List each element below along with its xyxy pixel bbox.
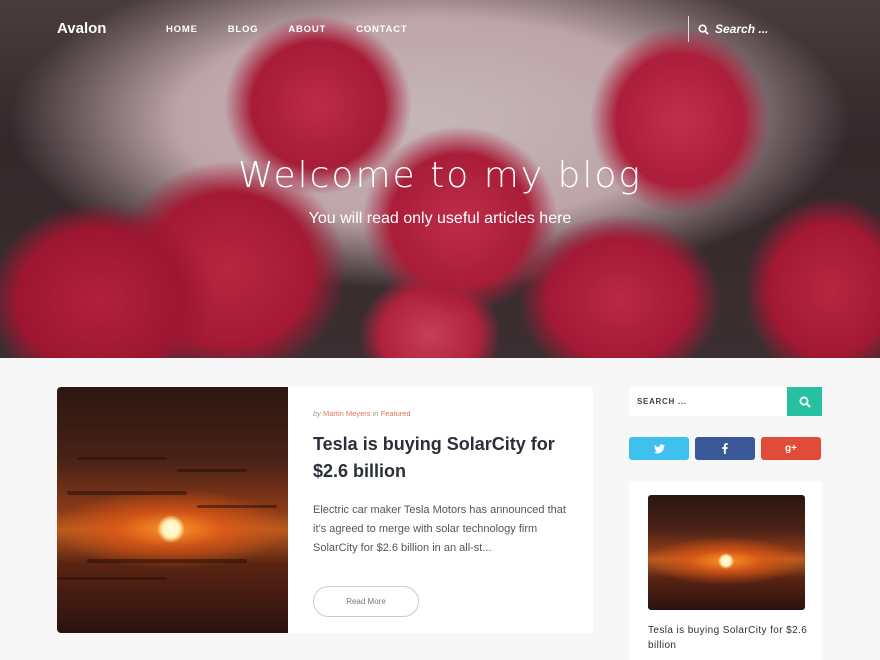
widget-post-thumbnail[interactable]	[648, 495, 805, 610]
post-meta: by Martin Meyers in Featured	[313, 409, 411, 418]
post-thumbnail[interactable]	[57, 387, 288, 633]
facebook-icon	[722, 443, 728, 454]
nav-item-home[interactable]: HOME	[166, 24, 198, 35]
google-plus-button[interactable]: g+	[761, 437, 821, 460]
search-icon	[799, 396, 811, 408]
post-excerpt: Electric car maker Tesla Motors has anno…	[313, 504, 566, 554]
facebook-button[interactable]	[695, 437, 755, 460]
sidebar-search-button[interactable]	[787, 387, 822, 416]
hero-title: Welcome to my blog	[238, 155, 642, 196]
recent-post-widget: Tesla is buying SolarCity for $2.6 billi…	[629, 481, 822, 660]
top-navigation: Avalon HOME BLOG ABOUT CONTACT Search ..…	[0, 0, 880, 60]
site-logo[interactable]: Avalon	[57, 20, 106, 37]
google-plus-icon: g+	[785, 443, 797, 454]
read-more-button[interactable]: Read More	[313, 586, 419, 617]
hero-subtitle: You will read only useful articles here	[308, 210, 572, 227]
sidebar-search: SEARCH ...	[629, 387, 822, 416]
meta-in: in	[372, 409, 379, 418]
widget-post-title[interactable]: Tesla is buying SolarCity for $2.6 billi…	[648, 623, 808, 653]
post-card: by Martin Meyers in Featured Tesla is bu…	[57, 387, 593, 633]
nav-item-contact[interactable]: CONTACT	[356, 24, 407, 35]
search-divider	[688, 16, 689, 42]
twitter-icon	[653, 443, 665, 453]
post-author-link[interactable]: Martin Meyers	[323, 409, 371, 418]
meta-by: by	[313, 409, 321, 418]
main-nav: HOME BLOG ABOUT CONTACT	[166, 24, 437, 35]
header-search[interactable]: Search ...	[698, 22, 768, 36]
sidebar-search-input[interactable]: SEARCH ...	[629, 387, 787, 416]
search-icon	[698, 23, 709, 35]
post-title[interactable]: Tesla is buying SolarCity for $2.6 billi…	[313, 431, 583, 485]
header-search-placeholder: Search ...	[715, 22, 769, 36]
post-category-link[interactable]: Featured	[381, 409, 411, 418]
twitter-button[interactable]	[629, 437, 689, 460]
nav-item-blog[interactable]: BLOG	[228, 24, 259, 35]
nav-item-about[interactable]: ABOUT	[288, 24, 326, 35]
